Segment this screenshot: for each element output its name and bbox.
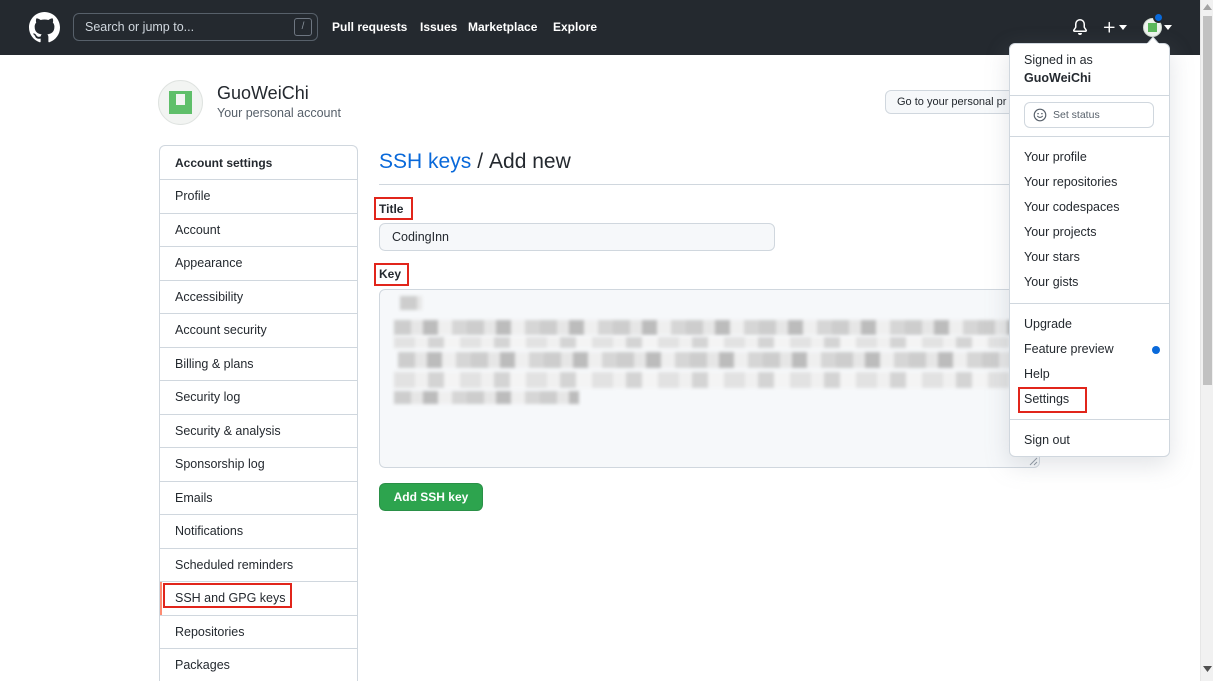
scrollbar-thumb[interactable]: [1203, 16, 1212, 385]
key-textarea[interactable]: [379, 289, 1040, 468]
account-avatar: [158, 80, 203, 125]
menu-item-your-repositories[interactable]: Your repositories: [1010, 170, 1169, 195]
avatar-identicon: [1148, 23, 1157, 32]
sidebar-item-security-analysis[interactable]: Security & analysis: [160, 413, 357, 448]
notification-indicator: [1153, 12, 1164, 23]
menu-group-sign-out: Sign out: [1010, 420, 1169, 456]
blurred-key-content: [394, 372, 1026, 388]
avatar-identicon: [169, 91, 192, 114]
plus-icon[interactable]: [1102, 20, 1117, 35]
menu-item-your-codespaces[interactable]: Your codespaces: [1010, 195, 1169, 220]
blurred-key-content: [394, 391, 579, 404]
add-ssh-key-button[interactable]: Add SSH key: [379, 483, 483, 511]
sidebar-item-billing[interactable]: Billing & plans: [160, 346, 357, 381]
account-name: GuoWeiChi: [217, 83, 309, 103]
signed-in-label: Signed in as: [1024, 53, 1093, 67]
chevron-down-icon[interactable]: [1164, 25, 1172, 30]
breadcrumb-current: Add new: [489, 150, 571, 173]
chevron-down-icon[interactable]: [1119, 25, 1127, 30]
sidebar-item-notifications[interactable]: Notifications: [160, 514, 357, 548]
dropdown-caret: [1147, 37, 1159, 44]
annotation-highlight-key: [374, 263, 409, 286]
vertical-scrollbar[interactable]: [1200, 0, 1213, 681]
title-input[interactable]: [379, 223, 775, 251]
blurred-key-content: [394, 337, 1026, 348]
resize-handle-icon[interactable]: [1028, 456, 1038, 466]
feature-preview-dot: [1152, 346, 1160, 354]
blurred-key-content: [398, 352, 1026, 368]
menu-item-your-profile[interactable]: Your profile: [1010, 145, 1169, 170]
sidebar-item-profile[interactable]: Profile: [160, 179, 357, 213]
sidebar-item-repositories[interactable]: Repositories: [160, 614, 357, 649]
sidebar-item-scheduled-reminders[interactable]: Scheduled reminders: [160, 547, 357, 582]
menu-item-sign-out[interactable]: Sign out: [1010, 428, 1169, 453]
sidebar-item-appearance[interactable]: Appearance: [160, 246, 357, 280]
annotation-highlight-ssh-gpg-keys: [163, 583, 292, 608]
search-shortcut-hint: /: [294, 18, 312, 36]
nav-marketplace[interactable]: Marketplace: [468, 20, 537, 35]
sidebar-item-accessibility[interactable]: Accessibility: [160, 279, 357, 314]
signed-in-username: GuoWeiChi: [1024, 71, 1092, 85]
sidebar-item-account-security[interactable]: Account security: [160, 313, 357, 347]
set-status-button[interactable]: Set status: [1024, 102, 1154, 128]
blurred-key-content: [400, 296, 422, 310]
nav-explore[interactable]: Explore: [553, 20, 597, 35]
sidebar-item-sponsorship-log[interactable]: Sponsorship log: [160, 447, 357, 481]
signed-in-section: Signed in as GuoWeiChi: [1010, 44, 1169, 95]
account-subtitle: Your personal account: [217, 106, 341, 120]
menu-item-your-stars[interactable]: Your stars: [1010, 245, 1169, 270]
nav-pull-requests[interactable]: Pull requests: [332, 20, 407, 35]
status-section: Set status: [1010, 96, 1169, 136]
sidebar-heading: Account settings: [175, 155, 273, 170]
search-box[interactable]: /: [73, 13, 318, 41]
sidebar-item-packages[interactable]: Packages: [160, 648, 357, 681]
set-status-label: Set status: [1053, 109, 1100, 121]
menu-item-feature-preview[interactable]: Feature preview: [1010, 337, 1169, 362]
menu-item-your-projects[interactable]: Your projects: [1010, 220, 1169, 245]
scroll-up-arrow-icon[interactable]: [1203, 4, 1212, 10]
feature-preview-label: Feature preview: [1024, 342, 1114, 356]
breadcrumb-ssh-keys-link[interactable]: SSH keys: [379, 150, 471, 173]
blurred-key-content: [394, 320, 1026, 335]
sidebar-item-security-log[interactable]: Security log: [160, 380, 357, 414]
annotation-highlight-settings: [1018, 387, 1087, 413]
nav-issues[interactable]: Issues: [420, 20, 457, 35]
avatar-identicon-cutout: [176, 94, 185, 105]
sidebar-item-account[interactable]: Account: [160, 212, 357, 247]
breadcrumb-separator: /: [477, 150, 484, 173]
annotation-highlight-title: [374, 197, 413, 220]
search-input[interactable]: [74, 14, 317, 40]
smiley-icon: [1033, 108, 1047, 122]
sidebar-item-emails[interactable]: Emails: [160, 480, 357, 515]
page-title: SSH keys / Add new: [379, 149, 1040, 185]
bell-icon[interactable]: [1072, 19, 1088, 35]
github-logo-icon[interactable]: [29, 12, 60, 43]
menu-item-upgrade[interactable]: Upgrade: [1010, 312, 1169, 337]
menu-group-profile: Your profile Your repositories Your code…: [1010, 137, 1169, 303]
menu-item-your-gists[interactable]: Your gists: [1010, 270, 1169, 295]
scroll-down-arrow-icon[interactable]: [1203, 666, 1212, 672]
menu-item-help[interactable]: Help: [1010, 362, 1169, 387]
